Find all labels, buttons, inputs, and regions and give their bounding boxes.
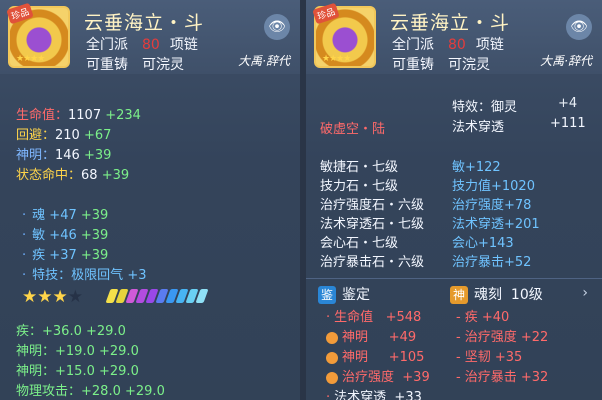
stone-effect: 法术穿透+201: [452, 217, 540, 232]
special-effect: 特效：御灵: [452, 100, 518, 115]
tag-recast: 可重铸: [392, 57, 434, 73]
soul-carve-header[interactable]: 神魂刻 10级: [450, 284, 543, 304]
stat-spirit: 神明：146 +39: [16, 148, 112, 163]
flame-icon: [326, 351, 338, 364]
item-meta: 全门派 80 项链: [392, 34, 504, 54]
star-icon: ★: [22, 287, 38, 307]
extra-line-phys-atk: 物理攻击：+28.0 +29.0: [16, 384, 165, 399]
stone-effect: 敏+122: [452, 160, 501, 175]
item-name: 云垂海立・斗: [84, 12, 205, 34]
soul-badge: 神: [450, 286, 468, 304]
stone-name: 敏捷石・七级: [320, 160, 399, 175]
stone-effect: 治疗强度+78: [452, 198, 532, 213]
appraise-line: 治疗强度 +39: [326, 366, 430, 385]
item-header: 珍品 ★★★★ 云垂海立・斗 全门派 80 项链 可重铸 可浣灵 👁 大禹·辞代: [306, 0, 602, 74]
item-sect: 全门派: [392, 37, 434, 53]
item-level: 80: [448, 37, 466, 53]
item-slot: 项链: [169, 37, 198, 53]
star-icon: ★: [37, 287, 53, 307]
stone-name: 法术穿透石・七级: [320, 217, 425, 232]
star-empty-icon: ★: [67, 287, 83, 307]
soul-line: - 治疗暴击 +32: [456, 370, 549, 385]
item-tags: 可重铸 可浣灵: [86, 54, 184, 74]
eye-icon[interactable]: 👁: [566, 14, 592, 40]
series-label: 大禹·辞代: [540, 54, 592, 68]
stat-dodge: 回避：210 +67: [16, 128, 112, 143]
soul-line: - 坚韧 +35: [456, 350, 523, 365]
stat-status-hit: 状态命中：68 +39: [16, 168, 130, 183]
appraise-badge: 鉴: [318, 286, 336, 304]
soul-line: - 治疗强度 +22: [456, 330, 549, 345]
series-label: 大禹·辞代: [238, 54, 290, 68]
flame-icon: [326, 331, 338, 344]
necklace-icon: 珍品 ★★★★: [312, 2, 376, 68]
attr-agility: · 敏 +46 +39: [22, 228, 109, 243]
chevron-right-icon[interactable]: ›: [582, 285, 588, 301]
appraise-line: · 生命值 +548: [326, 310, 422, 325]
set-title: 破虚空・陆: [320, 122, 386, 137]
item-tooltip-left: 珍品 ★★★★ 云垂海立・斗 全门派 80 项链 可重铸 可浣灵 👁 大禹·辞代 生命…: [0, 0, 300, 400]
necklace-icon: 珍品 ★★★★: [6, 2, 70, 68]
tag-refine: 可浣灵: [142, 57, 184, 73]
stone-name: 技力石・七级: [320, 179, 399, 194]
attr-soul: · 魂 +47 +39: [22, 208, 109, 223]
item-name: 云垂海立・斗: [390, 12, 511, 34]
item-stars: ★★★★: [322, 54, 351, 64]
rare-badge: 珍品: [312, 2, 340, 25]
appraise-header: 鉴鉴定: [318, 284, 370, 304]
stone-effect: 技力值+1020: [452, 179, 535, 194]
extra-line-speed: 疾：+36.0 +29.0: [16, 324, 126, 339]
attr-speed: · 疾 +37 +39: [22, 248, 109, 263]
star-icon: ★: [52, 287, 68, 307]
item-tooltip-right: 珍品 ★★★★ 云垂海立・斗 全门派 80 项链 可重铸 可浣灵 👁 大禹·辞代 特效…: [306, 0, 602, 400]
flame-icon: [326, 371, 338, 384]
stone-name: 治疗强度石・六级: [320, 198, 425, 213]
soul-line: -疾 +40: [456, 310, 510, 325]
item-sect: 全门派: [86, 37, 128, 53]
item-tags: 可重铸 可浣灵: [392, 54, 490, 74]
item-stars: ★★★★: [16, 54, 45, 64]
stone-effect: 会心+143: [452, 236, 514, 251]
gem-bar: [105, 289, 209, 303]
special-effect-value: +4: [558, 96, 578, 111]
stone-name: 治疗暴击石・六级: [320, 255, 425, 270]
pierce-label: 法术穿透: [452, 120, 505, 135]
star-rating: ★★★★: [22, 287, 83, 307]
rare-badge: 珍品: [6, 2, 34, 25]
item-slot: 项链: [475, 37, 504, 53]
eye-icon[interactable]: 👁: [264, 14, 290, 40]
pierce-value: +111: [550, 116, 586, 131]
stat-hp: 生命值：1107 +234: [16, 108, 141, 123]
stone-name: 会心石・七级: [320, 236, 399, 251]
appraise-line: 神明 +49: [326, 326, 416, 345]
section-divider: [306, 278, 602, 279]
extra-line-spirit-1: 神明：+19.0 +29.0: [16, 344, 139, 359]
item-level: 80: [142, 37, 160, 53]
extra-line-spirit-2: 神明：+15.0 +29.0: [16, 364, 139, 379]
item-header: 珍品 ★★★★ 云垂海立・斗 全门派 80 项链 可重铸 可浣灵 👁 大禹·辞代: [0, 0, 300, 74]
tag-recast: 可重铸: [86, 57, 128, 73]
appraise-line: 神明 +105: [326, 346, 424, 365]
tag-refine: 可浣灵: [448, 57, 490, 73]
appraise-line: · 法术穿透 +33: [326, 390, 422, 400]
special-skill: · 特技：极限回气 +3: [22, 268, 147, 283]
stone-effect: 治疗暴击+52: [452, 255, 532, 270]
item-meta: 全门派 80 项链: [86, 34, 198, 54]
